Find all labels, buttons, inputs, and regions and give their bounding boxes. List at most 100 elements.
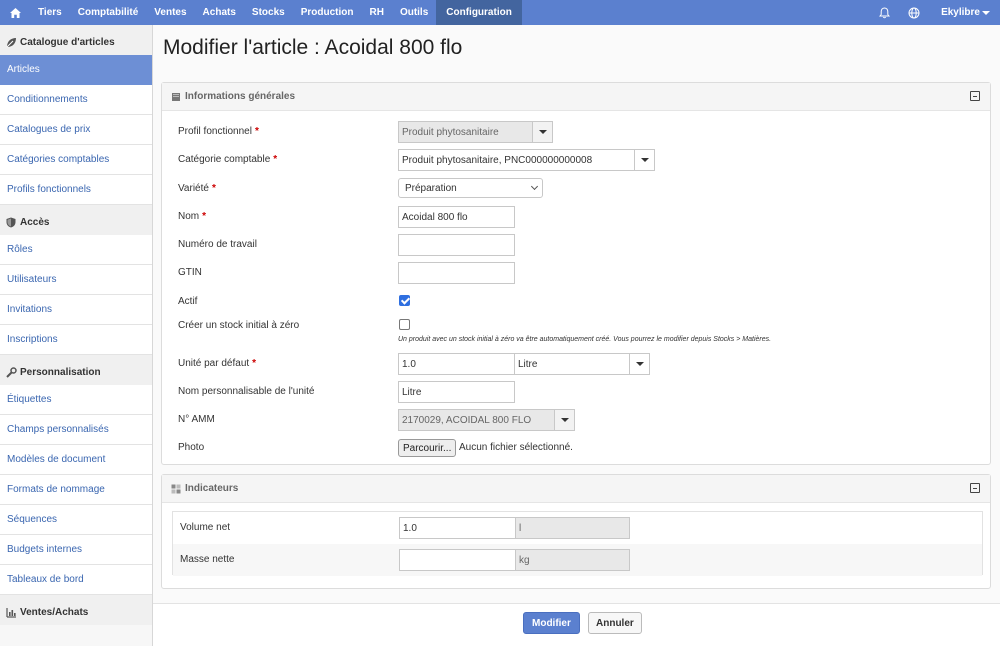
variete-label: Variété *	[178, 183, 216, 194]
sidebar-section-personnalisation: Personnalisation	[0, 355, 152, 385]
nav-item-ventes[interactable]: Ventes	[146, 0, 194, 25]
profil-label: Profil fonctionnel *	[178, 126, 259, 137]
amm-select: 2170029, ACOIDAL 800 FLO	[398, 409, 575, 431]
sidebar-item-conditionnements[interactable]: Conditionnements	[0, 85, 152, 115]
user-name: Ekylibre	[941, 7, 980, 18]
globe-icon	[908, 7, 920, 18]
indicator-row: Volume net 1.0 l	[173, 512, 982, 544]
sidebar-section-title: Catalogue d'articles	[20, 37, 115, 48]
volume-net-input[interactable]: 1.0	[399, 517, 516, 539]
stock-checkbox[interactable]	[399, 319, 410, 330]
profil-row: Profil fonctionnel * Produit phytosanitai…	[178, 121, 978, 143]
chevron-down-icon	[530, 182, 539, 191]
masse-nette-input[interactable]	[399, 549, 516, 571]
sidebar-item-profils-fonctionnels[interactable]: Profils fonctionnels	[0, 175, 152, 205]
stock-help-text: Un produit avec un stock initial à zéro …	[398, 336, 772, 343]
sidebar: Catalogue d'articles Articles Conditionn…	[0, 25, 153, 646]
unite-row: Unité par défaut * 1.0 Litre	[178, 353, 978, 375]
collapse-button[interactable]	[970, 483, 980, 493]
photo-row: Photo Parcourir... Aucun fichier sélecti…	[178, 437, 978, 459]
cancel-button[interactable]: Annuler	[588, 612, 642, 634]
sidebar-section-acces: Accès	[0, 205, 152, 235]
actif-checkbox[interactable]	[399, 295, 410, 306]
sidebar-item-champs-personnalises[interactable]: Champs personnalisés	[0, 415, 152, 445]
nom-unite-row: Nom personnalisable de l'unité Litre	[178, 381, 978, 403]
nav-item-production[interactable]: Production	[293, 0, 362, 25]
numero-label: Numéro de travail	[178, 239, 257, 250]
notifications-button[interactable]	[871, 0, 897, 25]
sidebar-section-ventes-achats: Ventes/Achats	[0, 595, 152, 625]
sidebar-item-modeles-document[interactable]: Modèles de document	[0, 445, 152, 475]
nom-input[interactable]: Acoidal 800 flo	[398, 206, 515, 228]
sidebar-item-catalogues-prix[interactable]: Catalogues de prix	[0, 115, 152, 145]
home-icon	[9, 7, 21, 18]
numero-input[interactable]	[398, 234, 515, 256]
sidebar-item-invitations[interactable]: Invitations	[0, 295, 152, 325]
page-title: Modifier l'article : Acoidal 800 flo	[163, 36, 463, 59]
sidebar-item-inscriptions[interactable]: Inscriptions	[0, 325, 152, 355]
dashboard-icon	[171, 483, 182, 494]
sidebar-item-formats-nommage[interactable]: Formats de nommage	[0, 475, 152, 505]
categorie-label: Catégorie comptable *	[178, 154, 278, 165]
unite-quantity-input[interactable]: 1.0	[398, 353, 515, 375]
file-status: Aucun fichier sélectionné.	[459, 442, 573, 453]
language-button[interactable]	[901, 0, 927, 25]
stock-row: Créer un stock initial à zéro Un produit…	[178, 315, 978, 351]
browse-button[interactable]: Parcourir...	[398, 439, 457, 457]
masse-nette-unit: kg	[515, 549, 630, 571]
user-menu[interactable]: Ekylibre	[927, 0, 1000, 25]
actif-row: Actif	[178, 291, 978, 313]
caret-down-icon	[982, 10, 990, 15]
sidebar-section-title: Personnalisation	[20, 367, 101, 378]
shield-icon	[5, 216, 17, 228]
gtin-label: GTIN	[178, 267, 202, 278]
bell-icon	[878, 6, 890, 18]
unite-label: Unité par défaut *	[178, 358, 257, 369]
wrench-icon	[5, 366, 17, 378]
panel-header: Indicateurs	[162, 475, 990, 503]
panel-header: Informations générales	[162, 83, 990, 111]
unite-select[interactable]: Litre	[514, 353, 650, 375]
indicator-label: Masse nette	[180, 554, 235, 565]
form-actions: Modifier Annuler	[153, 603, 1000, 646]
save-button[interactable]: Modifier	[523, 612, 580, 634]
variete-select[interactable]: Préparation	[398, 178, 543, 198]
variete-row: Variété * Préparation	[178, 178, 978, 200]
chevron-down-icon[interactable]	[634, 150, 654, 170]
sidebar-item-sequences[interactable]: Séquences	[0, 505, 152, 535]
categorie-select[interactable]: Produit phytosanitaire, PNC000000000008	[398, 149, 655, 171]
nav-item-comptabilite[interactable]: Comptabilité	[70, 0, 147, 25]
general-info-panel: Informations générales Profil fonctionne…	[161, 82, 991, 465]
collapse-button[interactable]	[970, 91, 980, 101]
sidebar-item-categories-comptables[interactable]: Catégories comptables	[0, 145, 152, 175]
sidebar-item-roles[interactable]: Rôles	[0, 235, 152, 265]
nav-item-configuration[interactable]: Configuration	[436, 0, 522, 25]
nav-item-outils[interactable]: Outils	[392, 0, 436, 25]
sidebar-item-utilisateurs[interactable]: Utilisateurs	[0, 265, 152, 295]
sidebar-item-budgets-internes[interactable]: Budgets internes	[0, 535, 152, 565]
main-content: Modifier l'article : Acoidal 800 flo Inf…	[153, 25, 1000, 646]
profil-select: Produit phytosanitaire	[398, 121, 553, 143]
sidebar-item-articles[interactable]: Articles	[0, 55, 152, 85]
sidebar-item-etiquettes[interactable]: Étiquettes	[0, 385, 152, 415]
gtin-input[interactable]	[398, 262, 515, 284]
chevron-down-icon[interactable]	[629, 354, 649, 374]
nav-item-tiers[interactable]: Tiers	[30, 0, 70, 25]
stock-label: Créer un stock initial à zéro	[178, 320, 300, 331]
nom-unite-input[interactable]: Litre	[398, 381, 515, 403]
nav-item-achats[interactable]: Achats	[195, 0, 244, 25]
sidebar-item-tableaux-bord[interactable]: Tableaux de bord	[0, 565, 152, 595]
numero-row: Numéro de travail	[178, 234, 978, 256]
home-button[interactable]	[0, 0, 30, 25]
photo-label: Photo	[178, 442, 205, 453]
leaf-icon	[5, 36, 17, 48]
sidebar-section-catalogue: Catalogue d'articles	[0, 25, 152, 55]
panel-title: Indicateurs	[185, 483, 239, 494]
nav-item-rh[interactable]: RH	[361, 0, 391, 25]
nom-unite-label: Nom personnalisable de l'unité	[178, 386, 315, 397]
panel-title: Informations générales	[185, 91, 296, 102]
nav-item-stocks[interactable]: Stocks	[244, 0, 293, 25]
actif-label: Actif	[178, 296, 198, 307]
book-icon	[171, 91, 182, 102]
sidebar-section-title: Accès	[20, 217, 50, 228]
